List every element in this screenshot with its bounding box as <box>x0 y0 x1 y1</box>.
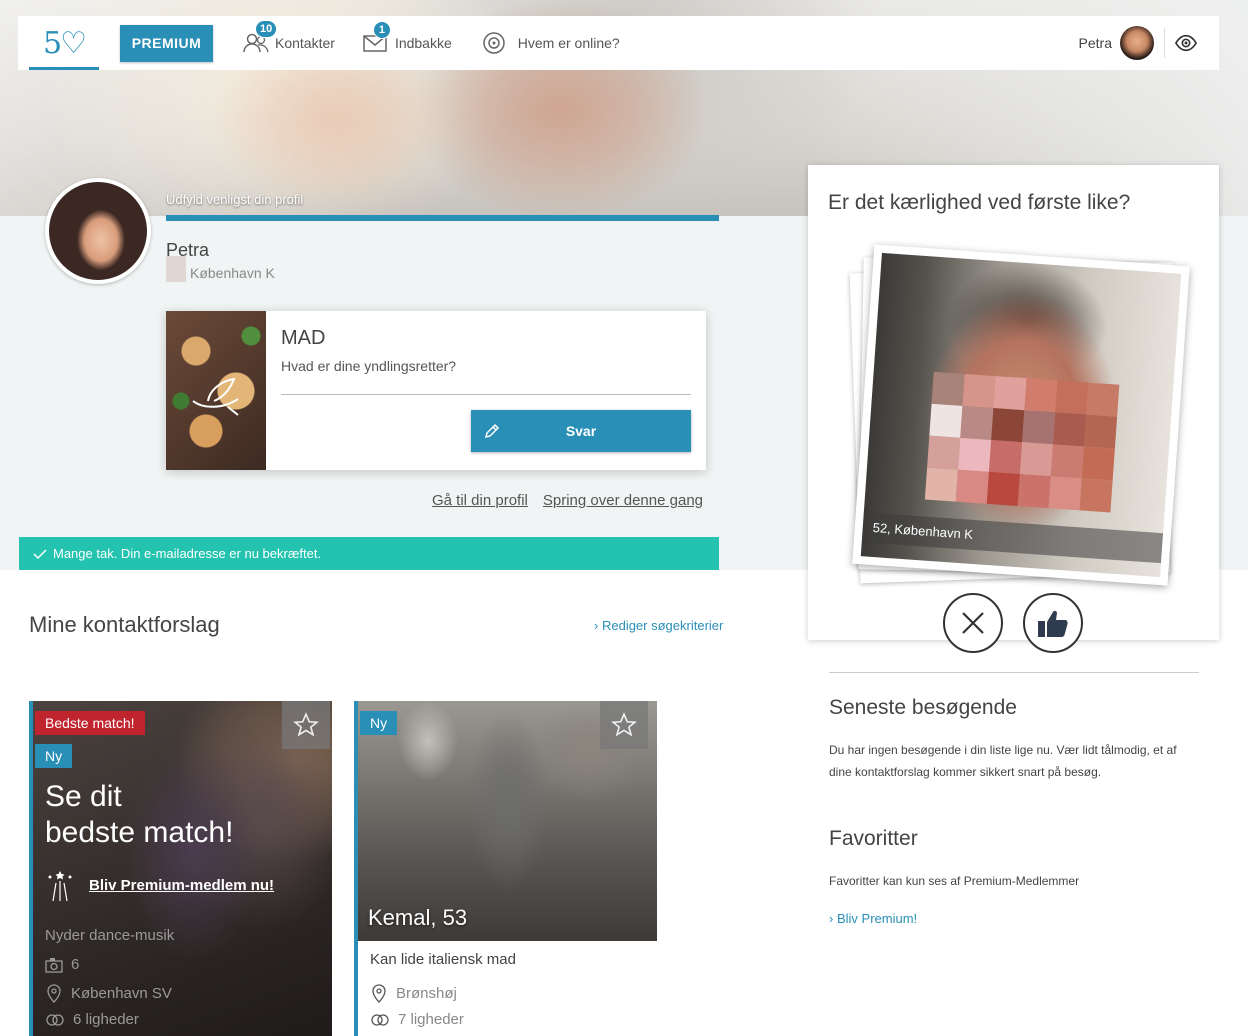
like-game-title: Er det kærlighed ved første like? <box>828 191 1131 214</box>
new-badge: Ny <box>360 711 398 735</box>
inbox-badge: 1 <box>372 21 391 39</box>
profile-progress-label: Udfyld venligst din profil <box>166 192 304 207</box>
favorites-title: Favoritter <box>829 827 918 850</box>
nav-contacts-label: Kontakter <box>275 35 335 51</box>
nav-inbox[interactable]: 1 Indbakke <box>363 21 452 53</box>
profile-flag-placeholder <box>166 256 186 282</box>
question-text: Hvad er dine yndlingsretter? <box>281 358 457 374</box>
skip-link[interactable]: Spring over denne gang <box>543 492 703 509</box>
like-button[interactable] <box>1023 593 1083 653</box>
nav-user-area: Petra <box>1079 26 1219 60</box>
nav-divider <box>1164 28 1165 58</box>
contact-interest: Kan lide italiensk mad <box>370 951 516 968</box>
star-icon <box>293 712 319 737</box>
visibility-eye-icon[interactable] <box>1175 32 1197 54</box>
email-confirmation-bar: Mange tak. Din e-mailadresse er nu bekræ… <box>19 537 719 570</box>
favorite-star-button[interactable] <box>282 701 330 749</box>
chevron-right-icon: › <box>829 911 834 926</box>
logo-mark: 5♡ <box>43 25 87 61</box>
contact-similarities-label: 7 ligheder <box>398 1011 464 1028</box>
photo-count: 6 <box>71 956 80 973</box>
top-navigation: 5♡ PREMIUM 10 Kontakter 1 Indbakke Hvem … <box>18 16 1219 70</box>
rings-icon <box>371 1013 389 1026</box>
become-premium-link[interactable]: › Bliv Premium! <box>829 911 917 926</box>
candidate-photo[interactable]: 52, København K <box>852 244 1190 586</box>
food-image <box>166 311 266 470</box>
answer-button[interactable]: Svar <box>471 410 691 452</box>
premium-cta[interactable]: Bliv Premium-medlem nu! <box>45 867 274 903</box>
location-pin-icon <box>372 984 386 1003</box>
answer-input-line[interactable] <box>281 394 691 395</box>
card-similarities: 6 ligheder <box>45 1011 139 1028</box>
rings-icon <box>46 1013 64 1026</box>
favorites-text: Favoritter kan kun ses af Premium-Medlem… <box>829 874 1080 888</box>
fireworks-icon <box>48 871 72 902</box>
card-location: København SV <box>45 983 172 1003</box>
card-location-label: København SV <box>71 984 172 1002</box>
question-links: Gå til din profil Spring over denne gang <box>432 492 718 509</box>
contact-location: Brønshøj <box>370 983 457 1003</box>
question-category: MAD <box>281 327 326 349</box>
location-pin-icon <box>47 984 61 1003</box>
contact-photo[interactable]: Ny Kemal, 53 <box>358 701 657 941</box>
chevron-right-icon: › <box>594 618 599 633</box>
close-icon <box>962 612 984 634</box>
pencil-icon <box>484 423 500 439</box>
nav-user-name[interactable]: Petra <box>1079 35 1112 51</box>
contact-name-age: Kemal, 53 <box>368 905 468 930</box>
star-icon <box>611 712 637 737</box>
photo-stack: 52, København K <box>849 244 1190 590</box>
site-logo[interactable]: 5♡ <box>29 16 99 70</box>
nav-contacts[interactable]: 10 Kontakter <box>243 20 335 54</box>
profile-location: København K <box>190 265 275 281</box>
question-body: MAD Hvad er dine yndlingsretter? Svar <box>266 311 706 470</box>
dislike-button[interactable] <box>943 593 1003 653</box>
nav-inbox-label: Indbakke <box>394 35 452 51</box>
contact-card-best-match[interactable]: Bedste match! Ny Se dit bedste match! Bl… <box>29 701 332 1036</box>
edit-search-criteria-label: Rediger søgekriterier <box>601 618 724 633</box>
camera-icon <box>45 957 63 973</box>
contact-card-kemal[interactable]: Ny Kemal, 53 Kan lide italiensk mad Brøn… <box>354 701 657 1036</box>
dish-icon <box>192 377 239 416</box>
contact-similarities: 7 ligheder <box>370 1011 464 1028</box>
contacts-section-title: Mine kontaktforslag <box>29 612 220 637</box>
favorite-star-button[interactable] <box>600 701 648 749</box>
thumbs-up-icon <box>1038 610 1068 637</box>
recent-visitors-title: Seneste besøgende <box>829 696 1017 719</box>
edit-search-criteria-link[interactable]: › Rediger søgekriterier <box>594 618 723 633</box>
contact-location-label: Brønshøj <box>396 984 457 1002</box>
profile-question-card: MAD Hvad er dine yndlingsretter? Svar <box>166 311 706 470</box>
best-match-headline-line2: bedste match! <box>45 816 234 849</box>
nav-online-label: Hvem er online? <box>517 35 620 51</box>
profile-avatar[interactable] <box>45 178 151 284</box>
checkmark-icon <box>33 548 47 559</box>
premium-button[interactable]: PREMIUM <box>120 24 213 62</box>
confirmation-text: Mange tak. Din e-mailadresse er nu bekræ… <box>53 546 322 561</box>
card-similarities-label: 6 ligheder <box>73 1011 139 1028</box>
online-radar-icon <box>483 32 505 54</box>
become-premium-label: Bliv Premium! <box>836 911 918 926</box>
card-interest-label: Nyder dance-musik <box>45 927 175 944</box>
best-match-headline-line1: Se dit <box>45 780 122 813</box>
premium-cta-label: Bliv Premium-medlem nu! <box>89 876 275 894</box>
contacts-badge: 10 <box>255 20 278 38</box>
new-badge: Ny <box>35 744 73 768</box>
best-match-headline: Se dit bedste match! <box>45 779 233 851</box>
answer-button-label: Svar <box>565 423 597 439</box>
section-divider <box>829 672 1199 673</box>
nav-avatar[interactable] <box>1120 26 1154 60</box>
card-interest: Nyder dance-musik <box>45 927 174 944</box>
nav-online[interactable]: Hvem er online? <box>482 31 620 55</box>
recent-visitors-text: Du har ingen besøgende i din liste lige … <box>829 743 1177 779</box>
candidate-photo-image: 52, København K <box>860 252 1182 578</box>
best-match-badge: Bedste match! <box>35 711 145 735</box>
go-to-profile-link[interactable]: Gå til din profil <box>432 492 528 509</box>
card-photo-count: 6 <box>45 956 79 973</box>
candidate-caption: 52, København K <box>861 512 1164 564</box>
like-game-panel: Er det kærlighed ved første like? 52, Kø… <box>808 165 1219 653</box>
profile-progress-bar <box>166 215 719 221</box>
pixelated-face <box>924 371 1120 513</box>
